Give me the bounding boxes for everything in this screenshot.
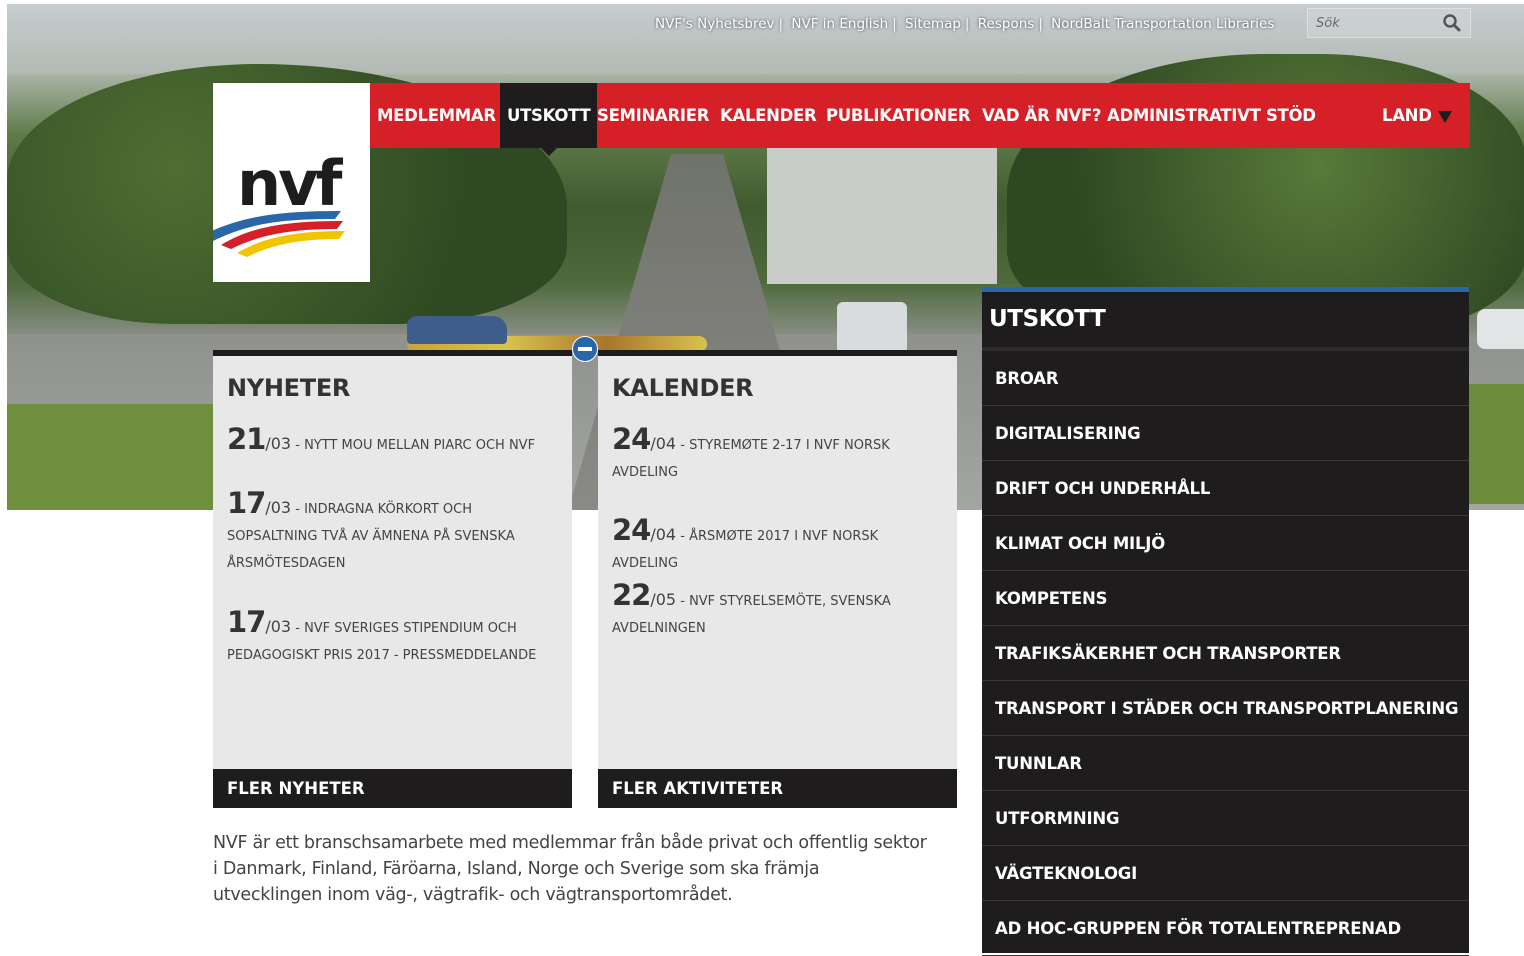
sidebar-item-broar[interactable]: BROAR xyxy=(982,351,1469,406)
main-nav: MEDLEMMAR UTSKOTT SEMINARIER KALENDER PU… xyxy=(370,83,1470,156)
search-input[interactable] xyxy=(1314,12,1438,34)
calendar-panel: KALENDER 24/04 - STYREMØTE 2-17 I NVF NO… xyxy=(598,350,957,808)
top-link-respons[interactable]: Respons xyxy=(978,16,1035,32)
news-panel: NYHETER 21/03 - NYTT MOU MELLAN PIARC OC… xyxy=(213,350,572,808)
calendar-item[interactable]: 24/04 - ÅRSMØTE 2017 I NVF NORSK AVDELIN… xyxy=(612,516,947,577)
road-sign-icon xyxy=(572,336,598,362)
nav-item-land[interactable]: LAND xyxy=(1376,83,1438,148)
sidebar-item-tunnlar[interactable]: TUNNLAR xyxy=(982,736,1469,791)
nav-item-seminarier[interactable]: SEMINARIER xyxy=(591,83,715,148)
sidebar-item-klimat-och-miljo[interactable]: KLIMAT OCH MILJÖ xyxy=(982,516,1469,571)
sidebar-item-kompetens[interactable]: KOMPETENS xyxy=(982,571,1469,626)
more-news-button[interactable]: FLER NYHETER xyxy=(213,769,572,808)
top-link-sitemap[interactable]: Sitemap xyxy=(905,16,961,32)
calendar-item[interactable]: 24/04 - STYREMØTE 2-17 I NVF NORSK AVDEL… xyxy=(612,425,932,486)
nav-item-utskott[interactable]: UTSKOTT xyxy=(500,83,598,156)
nav-item-publikationer[interactable]: PUBLIKATIONER xyxy=(819,83,977,148)
calendar-item[interactable]: 22/05 - NVF STYRELSEMÖTE, SVENSKA AVDELN… xyxy=(612,581,932,642)
news-item[interactable]: 17/03 - INDRAGNA KÖRKORT OCH SOPSALTNING… xyxy=(227,489,547,577)
news-item[interactable]: 17/03 - NVF SVERIGES STIPENDIUM OCH PEDA… xyxy=(227,608,547,669)
sidebar-item-drift-och-underhall[interactable]: DRIFT OCH UNDERHÅLL xyxy=(982,461,1469,516)
nav-item-kalender[interactable]: KALENDER xyxy=(714,83,822,148)
nav-item-administrativt-stod[interactable]: ADMINISTRATIVT STÖD xyxy=(1101,83,1322,148)
logo-text: nvf xyxy=(237,147,344,220)
search-icon[interactable] xyxy=(1442,13,1462,33)
top-link-nordbalt[interactable]: NordBalt Transportation Libraries xyxy=(1051,16,1274,32)
utskott-sidebar: UTSKOTT BROAR DIGITALISERING DRIFT OCH U… xyxy=(982,287,1469,956)
search-box xyxy=(1307,8,1471,38)
nav-item-vad-ar-nvf[interactable]: VAD ÄR NVF? xyxy=(976,83,1107,148)
news-item[interactable]: 21/03 - NYTT MOU MELLAN PIARC OCH NVF xyxy=(227,425,547,459)
top-link-newsletter[interactable]: NVF's Nyhetsbrev xyxy=(655,16,775,32)
sidebar-title: UTSKOTT xyxy=(982,292,1469,351)
sidebar-item-vagteknologi[interactable]: VÄGTEKNOLOGI xyxy=(982,846,1469,901)
top-link-english[interactable]: NVF in English xyxy=(791,16,888,32)
nav-item-medlemmar[interactable]: MEDLEMMAR xyxy=(370,83,503,148)
news-title: NYHETER xyxy=(227,374,351,402)
sidebar-list: BROAR DIGITALISERING DRIFT OCH UNDERHÅLL… xyxy=(982,351,1469,956)
nvf-logo[interactable]: nvf xyxy=(213,83,370,282)
sidebar-item-transport-i-stader[interactable]: TRANSPORT I STÄDER OCH TRANSPORTPLANERIN… xyxy=(982,681,1469,736)
sidebar-item-digitalisering[interactable]: DIGITALISERING xyxy=(982,406,1469,461)
caret-down-icon[interactable] xyxy=(1438,111,1452,123)
sidebar-item-utformning[interactable]: UTFORMNING xyxy=(982,791,1469,846)
about-text: NVF är ett branschsamarbete med medlemma… xyxy=(213,833,927,905)
sidebar-item-trafiksakerhet[interactable]: TRAFIKSÄKERHET OCH TRANSPORTER xyxy=(982,626,1469,681)
more-activities-button[interactable]: FLER AKTIVITETER xyxy=(598,769,957,808)
calendar-title: KALENDER xyxy=(612,374,754,402)
top-links: NVF's Nyhetsbrev | NVF in English | Sitema… xyxy=(655,16,1275,32)
